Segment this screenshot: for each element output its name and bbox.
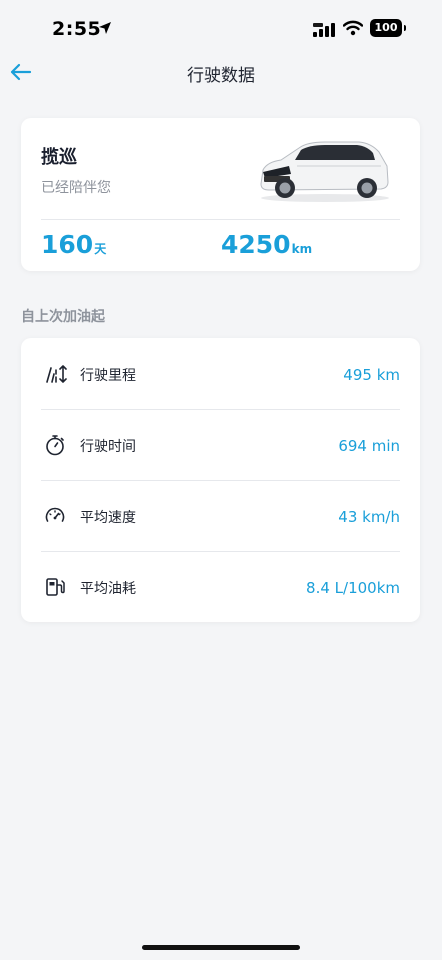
- stat-label: 行驶时间: [80, 439, 136, 455]
- stat-row-fuel: 平均油耗 8.4 L/100km: [41, 551, 400, 622]
- vehicle-name: 揽巡: [41, 147, 77, 168]
- stat-value: 8.4 L/100km: [306, 579, 400, 597]
- stat-row-duration: 行驶时间 694 min: [41, 409, 400, 480]
- days-value: 160: [41, 230, 94, 259]
- refuel-stats-card: 行驶里程 495 km 行驶时间 694 min 平均速度 43 km/h 平均…: [21, 338, 420, 622]
- home-indicator[interactable]: [142, 945, 300, 950]
- stat-label: 平均油耗: [80, 581, 136, 597]
- fuel-pump-icon: [44, 576, 66, 598]
- mileage-unit: km: [291, 242, 313, 256]
- mileage-value: 4250: [221, 230, 291, 259]
- stat-row-avg-speed: 平均速度 43 km/h: [41, 480, 400, 551]
- vehicle-subtitle: 已经陪伴您: [41, 180, 111, 196]
- stat-label: 行驶里程: [80, 368, 136, 384]
- status-time: 2:55: [52, 18, 102, 40]
- battery-icon: 100: [370, 19, 406, 37]
- stat-value: 495 km: [343, 366, 400, 384]
- location-arrow-icon: [98, 20, 112, 39]
- stat-value: 694 min: [338, 437, 400, 455]
- stat-value: 43 km/h: [338, 508, 400, 526]
- companion-days: 160天: [41, 230, 106, 259]
- days-unit: 天: [94, 242, 107, 256]
- road-distance-icon: [44, 363, 67, 385]
- page-title: 行驶数据: [187, 66, 255, 86]
- section-title: 自上次加油起: [21, 309, 105, 325]
- total-mileage: 4250km: [221, 230, 312, 259]
- stat-label: 平均速度: [80, 510, 136, 526]
- car-image: [260, 141, 389, 202]
- stat-row-distance: 行驶里程 495 km: [41, 338, 400, 409]
- stopwatch-icon: [44, 434, 66, 456]
- wifi-icon: [342, 20, 364, 40]
- card-divider: [41, 219, 400, 220]
- status-bar: 2:55 100: [0, 0, 442, 58]
- signal-icon: [313, 22, 337, 41]
- vehicle-summary-card: 揽巡 已经陪伴您 160天 4250km: [21, 118, 420, 271]
- speedometer-icon: [44, 505, 66, 527]
- nav-bar: 行驶数据: [0, 58, 442, 88]
